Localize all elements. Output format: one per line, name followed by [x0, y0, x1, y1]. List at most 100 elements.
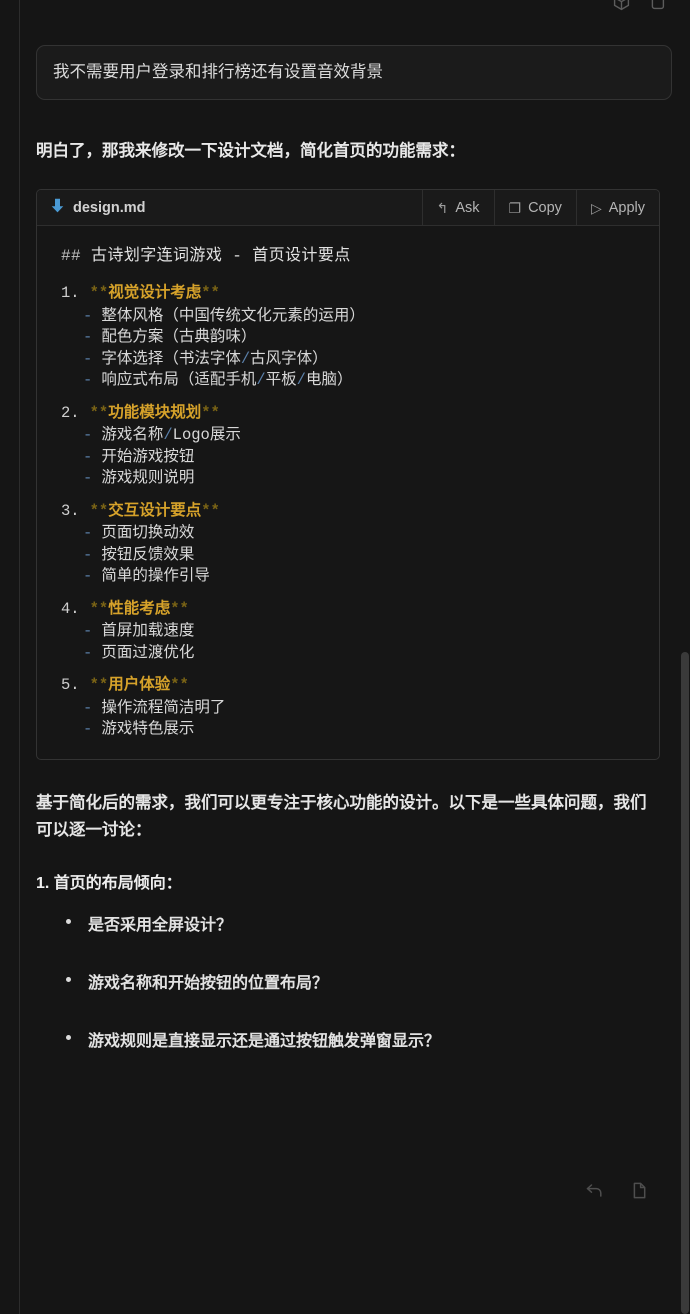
markdown-list-item: - 游戏名称/Logo展示	[61, 425, 649, 447]
bold-marker: **	[201, 403, 220, 422]
bold-marker: **	[89, 676, 109, 695]
dash-marker: -	[83, 643, 93, 662]
code-card-actions: ↰ Ask ❐ Copy ▷ Apply	[421, 190, 659, 226]
markdown-section-number: 3.	[61, 501, 80, 520]
message-action-row	[584, 1180, 650, 1206]
dash-marker: -	[83, 567, 93, 586]
markdown-section-number: 4.	[61, 599, 80, 618]
chat-panel: 我不需要用户登录和排行榜还有设置音效背景 明白了，那我来修改一下设计文档，简化首…	[0, 0, 690, 1314]
download-arrow-icon	[51, 198, 64, 217]
markdown-list-item-text: 游戏名称/Logo展示	[101, 426, 241, 445]
user-message-text: 我不需要用户登录和排行榜还有设置音效背景	[53, 63, 383, 81]
bold-marker: **	[170, 599, 189, 618]
markdown-list-item: - 响应式布局（适配手机/平板/电脑）	[61, 370, 649, 392]
markdown-list-item-text: 响应式布局（适配手机/平板/电脑）	[101, 371, 353, 390]
markdown-section-heading: 2. **功能模块规划**	[61, 403, 649, 426]
markdown-section: 2. **功能模块规划** - 游戏名称/Logo展示 - 开始游戏按钮 - 游戏规则说明	[47, 392, 649, 490]
markdown-list-item-text: 配色方案（古典韵味）	[101, 328, 257, 347]
conversation-column: 我不需要用户登录和排行榜还有设置音效背景 明白了，那我来修改一下设计文档，简化首…	[20, 0, 690, 1314]
question-list-heading: 1. 首页的布局倾向：	[36, 875, 182, 893]
code-card-body: ## 古诗划字连词游戏 - 首页设计要点 1. **视觉设计考虑** - 整体风格（中…	[37, 226, 659, 759]
markdown-section-heading: 1. **视觉设计考虑**	[61, 286, 649, 306]
bold-text: 用户体验	[108, 676, 171, 695]
scrollbar-thumb[interactable]	[681, 652, 689, 1314]
dash-marker: -	[83, 306, 93, 325]
code-file-label[interactable]: design.md	[37, 190, 422, 225]
assistant-intro-text: 明白了，那我来修改一下设计文档，简化首页的功能需求：	[36, 142, 465, 161]
dash-marker: -	[83, 545, 93, 564]
markdown-list-item-text: 按钮反馈效果	[101, 545, 195, 564]
markdown-list-item-text: 整体风格（中国传统文化元素的运用）	[101, 306, 365, 325]
markdown-list-item: - 简单的操作引导	[61, 566, 649, 588]
closing-paragraph: 基于简化后的需求，我们可以更专注于核心功能的设计。以下是一些具体问题，我们可以逐…	[36, 793, 647, 839]
bold-marker: **	[170, 676, 189, 695]
code-card-header: design.md ↰ Ask ❐ Copy ▷ Apply	[37, 190, 659, 227]
markdown-list-item: - 按钮反馈效果	[61, 545, 649, 567]
dash-marker: -	[83, 371, 93, 390]
markdown-list-item-text: 游戏特色展示	[101, 720, 195, 739]
markdown-section-heading: 3. **交互设计要点**	[61, 501, 649, 524]
markdown-list-item: - 配色方案（古典韵味）	[61, 327, 649, 349]
markdown-list-item: - 页面过渡优化	[61, 643, 649, 665]
apply-button[interactable]: ▷ Apply	[575, 190, 659, 226]
bold-marker: **	[201, 501, 220, 520]
markdown-section-heading: 4. **性能考虑**	[61, 599, 649, 622]
bold-text: 交互设计要点	[108, 501, 202, 520]
markdown-list-item: - 游戏规则说明	[61, 468, 649, 490]
question-list-item: 游戏名称和开始按钮的位置布局？	[36, 969, 660, 993]
markdown-list-item: - 整体风格（中国传统文化元素的运用）	[61, 306, 649, 328]
markdown-list-item-text: 简单的操作引导	[101, 567, 210, 586]
markdown-list-item-text: 游戏规则说明	[101, 469, 195, 488]
dash-marker: -	[83, 698, 93, 717]
heading-hash-marker: ##	[61, 247, 82, 266]
markdown-section-title: **功能模块规划**	[89, 403, 220, 422]
dash-marker: -	[83, 328, 93, 347]
markdown-section-number: 5.	[61, 676, 80, 695]
markdown-list-item: - 操作流程简洁明了	[61, 698, 649, 720]
copy-button[interactable]: ❐ Copy	[493, 190, 576, 226]
markdown-heading: ## 古诗划字连词游戏 - 首页设计要点	[47, 240, 649, 272]
markdown-list-item-text: 页面过渡优化	[101, 643, 195, 662]
heading-text: 古诗划字连词游戏 - 首页设计要点	[91, 247, 351, 266]
retry-icon[interactable]	[584, 1180, 605, 1206]
markdown-list-item: - 首屏加载速度	[61, 621, 649, 643]
bold-marker: **	[89, 284, 109, 303]
ask-button-label: Ask	[455, 199, 480, 216]
markdown-section-heading: 5. **用户体验**	[61, 678, 649, 698]
scrollbar-track[interactable]	[680, 0, 690, 1314]
markdown-section: 4. **性能考虑** - 首屏加载速度 - 页面过渡优化	[47, 588, 649, 665]
markdown-section: 3. **交互设计要点** - 页面切换动效 - 按钮反馈效果 - 简单的操作引导	[47, 490, 649, 588]
ask-button[interactable]: ↰ Ask	[421, 190, 494, 226]
markdown-list-item-text: 页面切换动效	[101, 524, 195, 543]
markdown-section-title: **视觉设计考虑**	[90, 286, 220, 302]
markdown-list-item: - 开始游戏按钮	[61, 447, 649, 469]
play-icon: ▷	[590, 199, 602, 216]
copy-button-label: Copy	[528, 199, 562, 216]
code-filename: design.md	[73, 199, 146, 216]
ask-arrow-icon: ↰	[436, 199, 449, 216]
dash-marker: -	[83, 349, 93, 368]
markdown-list-item: - 字体选择（书法字体/古风字体）	[61, 349, 649, 371]
markdown-section-number: 1.	[61, 284, 80, 303]
markdown-list-item-text: 开始游戏按钮	[101, 447, 195, 466]
markdown-section: 5. **用户体验** - 操作流程简洁明了 - 游戏特色展示	[47, 664, 649, 741]
markdown-sections: 1. **视觉设计考虑** - 整体风格（中国传统文化元素的运用） - 配色方案（古典韵味…	[47, 272, 649, 741]
copy-icon[interactable]	[629, 1180, 650, 1206]
markdown-list-item-text: 操作流程简洁明了	[101, 698, 226, 717]
markdown-section: 1. **视觉设计考虑** - 整体风格（中国传统文化元素的运用） - 配色方案（古典韵味…	[47, 272, 649, 392]
markdown-list-item: - 页面切换动效	[61, 523, 649, 545]
copy-icon: ❐	[508, 199, 522, 216]
bold-marker: **	[201, 284, 220, 303]
markdown-section-title: **性能考虑**	[89, 599, 189, 618]
bold-marker: **	[89, 403, 109, 422]
markdown-list-item-text: 字体选择（书法字体/古风字体）	[101, 349, 328, 368]
bold-marker: **	[89, 599, 109, 618]
bold-text: 视觉设计考虑	[108, 284, 202, 303]
markdown-section-number: 2.	[61, 403, 80, 422]
dash-marker: -	[83, 426, 93, 445]
markdown-section-title: **交互设计要点**	[90, 501, 220, 520]
apply-button-label: Apply	[608, 199, 645, 216]
dash-marker: -	[83, 447, 93, 466]
markdown-section-title: **用户体验**	[90, 678, 189, 694]
markdown-list-item: - 游戏特色展示	[61, 719, 649, 741]
